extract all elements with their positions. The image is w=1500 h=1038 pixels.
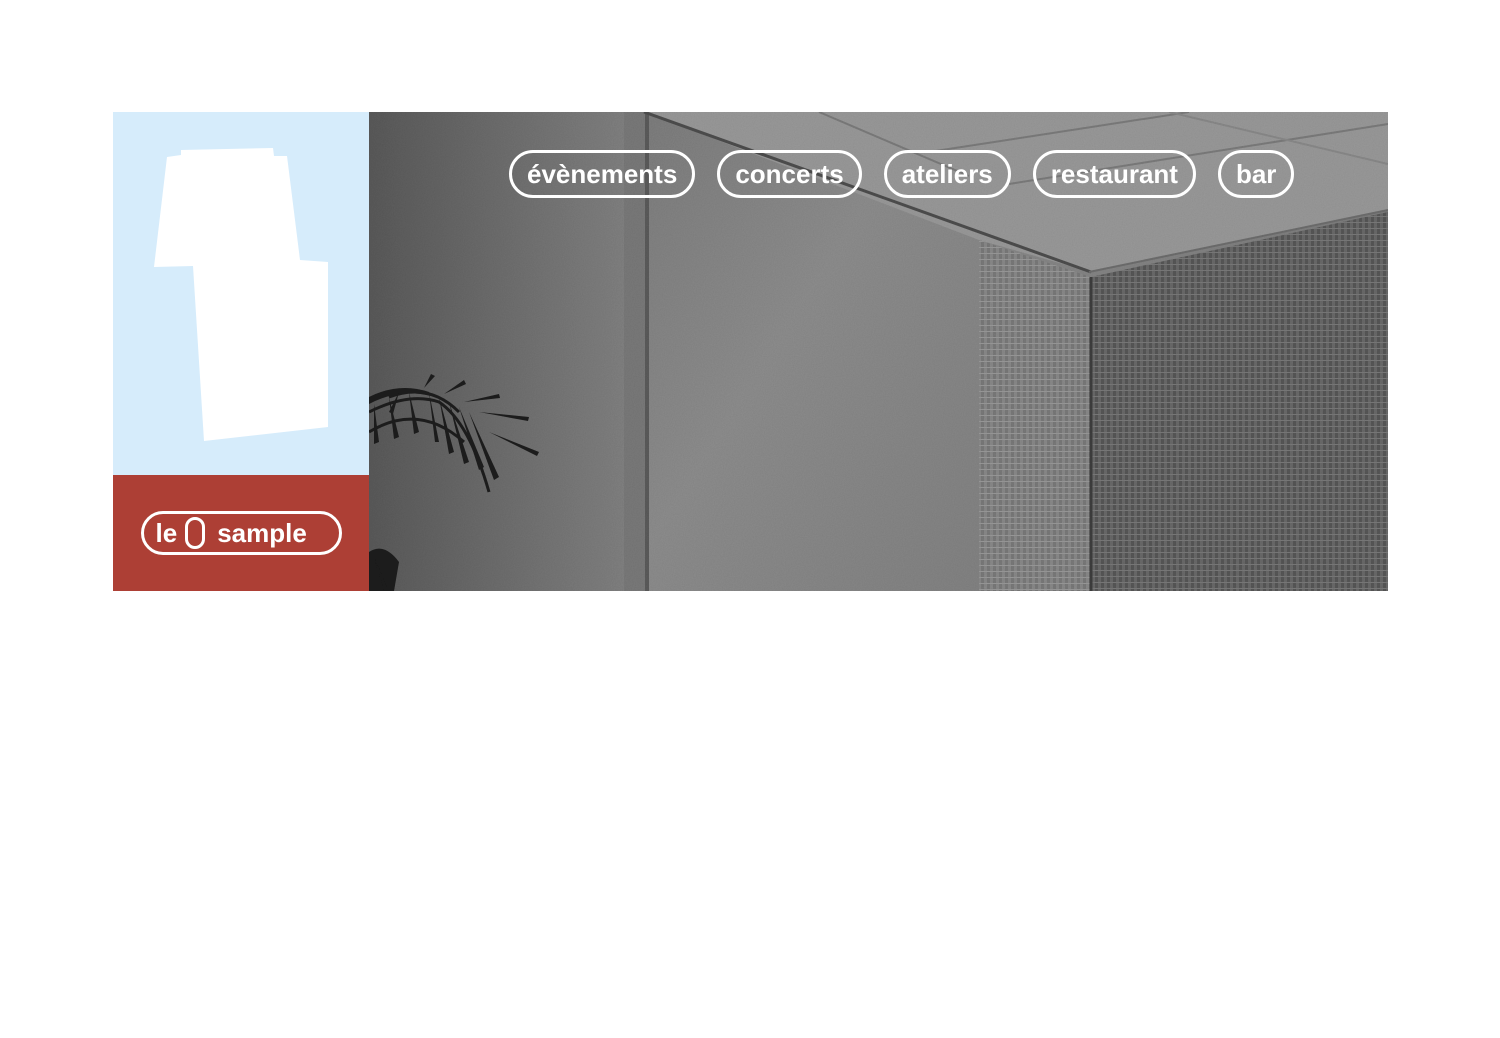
nav-item-restaurant[interactable]: restaurant xyxy=(1032,150,1196,198)
building-silhouette-icon xyxy=(154,148,328,441)
hero-banner: le sample évènements concerts ateliers r… xyxy=(113,112,1388,591)
nav-item-ateliers[interactable]: ateliers xyxy=(883,150,1011,198)
logo-capsule-icon xyxy=(185,517,206,549)
brand-prefix: le xyxy=(155,517,178,548)
main-nav: évènements concerts ateliers restaurant … xyxy=(509,150,1295,198)
nav-item-bar[interactable]: bar xyxy=(1217,150,1295,198)
hero-photo: évènements concerts ateliers restaurant … xyxy=(369,112,1388,591)
nav-item-evenements[interactable]: évènements xyxy=(509,150,696,198)
logo-mark-panel xyxy=(113,112,369,475)
nav-item-concerts[interactable]: concerts xyxy=(717,150,862,198)
brand-logo[interactable]: le sample xyxy=(140,511,342,555)
brand-name: sample xyxy=(217,517,307,548)
brand-sidebar: le sample xyxy=(113,112,369,591)
logo-panel: le sample xyxy=(113,475,369,591)
